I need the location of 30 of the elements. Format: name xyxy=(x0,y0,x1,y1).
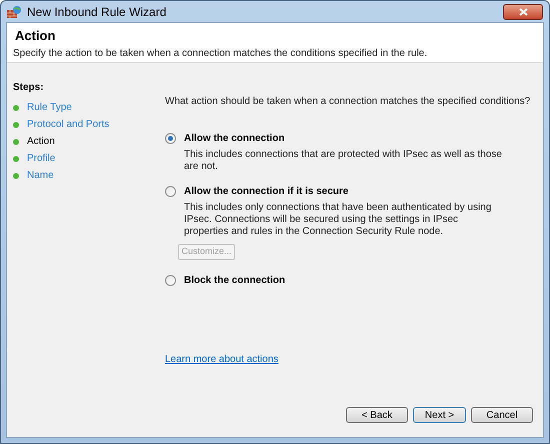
wizard-button[interactable]: Cancel xyxy=(471,407,533,423)
step-item[interactable]: Rule Type xyxy=(27,100,72,115)
option-label[interactable]: Allow the connection xyxy=(184,131,285,146)
step-item[interactable]: Profile xyxy=(27,151,56,166)
close-button[interactable] xyxy=(503,4,543,20)
wizard-button[interactable]: < Back xyxy=(346,407,408,423)
step-dot-icon xyxy=(13,172,19,178)
option-label[interactable]: Allow the connection if it is secure xyxy=(184,184,348,199)
option-description: This includes connections that are protected with IPsec as well as those are not. xyxy=(184,149,503,173)
step-dot-icon xyxy=(13,138,19,144)
step-item[interactable]: Action xyxy=(27,134,55,149)
page-title: Action xyxy=(15,27,56,45)
window-title: New Inbound Rule Wizard xyxy=(27,4,166,20)
radio-button[interactable] xyxy=(165,275,176,286)
close-icon xyxy=(518,8,528,16)
firewall-icon xyxy=(7,4,22,18)
learn-more-link[interactable]: Learn more about actions xyxy=(165,354,278,365)
step-dot-icon xyxy=(13,156,19,162)
step-item[interactable]: Protocol and Ports xyxy=(27,117,110,132)
step-dot-icon xyxy=(13,104,19,110)
page-description: Specify the action to be taken when a connection matches the conditions specified in the rule. xyxy=(12,47,428,61)
radio-button[interactable] xyxy=(165,186,176,197)
radio-button[interactable] xyxy=(165,133,176,144)
question-text: What action should be taken when a connection matches the specified conditions? xyxy=(165,95,532,109)
wizard-button[interactable]: Next > xyxy=(413,407,466,423)
steps-heading: Steps: xyxy=(13,81,45,95)
option-label[interactable]: Block the connection xyxy=(184,273,286,288)
step-dot-icon xyxy=(13,122,19,128)
step-item[interactable]: Name xyxy=(27,168,54,183)
option-description: This includes only connections that have been authenticated by using IPsec. Connections will be secured using the settings in IPsec properties and rules in the Connection Security Rule node. xyxy=(184,202,492,238)
